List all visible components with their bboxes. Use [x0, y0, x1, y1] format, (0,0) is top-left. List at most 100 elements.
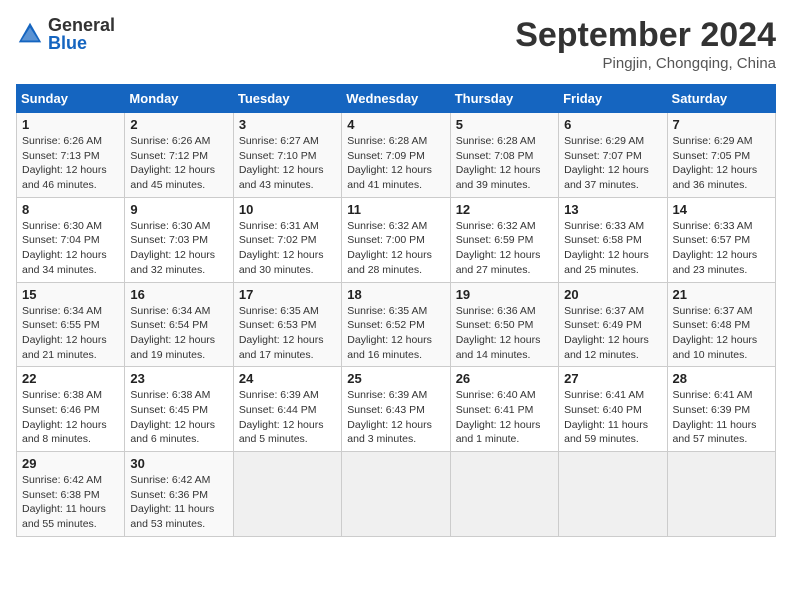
table-row: 26 Sunrise: 6:40 AMSunset: 6:41 PMDayligh…: [450, 367, 558, 452]
table-row: 21 Sunrise: 6:37 AMSunset: 6:48 PMDayligh…: [667, 282, 775, 367]
table-row: 29 Sunrise: 6:42 AMSunset: 6:38 PMDayligh…: [17, 452, 125, 537]
table-row: 20 Sunrise: 6:37 AMSunset: 6:49 PMDayligh…: [559, 282, 667, 367]
table-row: 22 Sunrise: 6:38 AMSunset: 6:46 PMDayligh…: [17, 367, 125, 452]
table-row: 28 Sunrise: 6:41 AMSunset: 6:39 PMDayligh…: [667, 367, 775, 452]
table-row: 19Sunrise: 6:36 AMSunset: 6:50 PMDayligh…: [450, 282, 558, 367]
day-number: 29: [22, 456, 119, 471]
table-row: 14 Sunrise: 6:33 AMSunset: 6:57 PMDayligh…: [667, 197, 775, 282]
day-number: 30: [130, 456, 227, 471]
calendar-week-0: 1 Sunrise: 6:26 AMSunset: 7:13 PMDaylight…: [17, 113, 776, 198]
col-tuesday: Tuesday: [233, 85, 341, 113]
day-detail: Sunrise: 6:26 AMSunset: 7:12 PMDaylight:…: [130, 135, 215, 191]
day-number: 23: [130, 371, 227, 386]
day-detail: Sunrise: 6:35 AMSunset: 6:52 PMDaylight:…: [347, 305, 432, 361]
day-number: 26: [456, 371, 553, 386]
table-row: 7 Sunrise: 6:29 AMSunset: 7:05 PMDaylight…: [667, 113, 775, 198]
day-number: 2: [130, 117, 227, 132]
table-row: 24 Sunrise: 6:39 AMSunset: 6:44 PMDayligh…: [233, 367, 341, 452]
day-number: 13: [564, 202, 661, 217]
day-number: 9: [130, 202, 227, 217]
page-header: General Blue September 2024 Pingjin, Cho…: [16, 16, 776, 72]
day-number: 8: [22, 202, 119, 217]
col-monday: Monday: [125, 85, 233, 113]
table-row: 25 Sunrise: 6:39 AMSunset: 6:43 PMDayligh…: [342, 367, 450, 452]
day-detail: Sunrise: 6:38 AMSunset: 6:46 PMDaylight:…: [22, 389, 107, 445]
logo-general: General: [48, 15, 115, 35]
col-saturday: Saturday: [667, 85, 775, 113]
day-detail: Sunrise: 6:26 AMSunset: 7:13 PMDaylight:…: [22, 135, 107, 191]
day-detail: Sunrise: 6:40 AMSunset: 6:41 PMDaylight:…: [456, 389, 541, 445]
calendar-header-row: Sunday Monday Tuesday Wednesday Thursday…: [17, 85, 776, 113]
table-row: 17 Sunrise: 6:35 AMSunset: 6:53 PMDayligh…: [233, 282, 341, 367]
logo-blue: Blue: [48, 33, 87, 53]
day-number: 28: [673, 371, 770, 386]
calendar-week-3: 22 Sunrise: 6:38 AMSunset: 6:46 PMDayligh…: [17, 367, 776, 452]
day-detail: Sunrise: 6:32 AMSunset: 6:59 PMDaylight:…: [456, 220, 541, 276]
table-row: [233, 452, 341, 537]
day-detail: Sunrise: 6:41 AMSunset: 6:39 PMDaylight:…: [673, 389, 757, 445]
day-number: 14: [673, 202, 770, 217]
day-number: 3: [239, 117, 336, 132]
day-number: 17: [239, 287, 336, 302]
day-number: 7: [673, 117, 770, 132]
table-row: [450, 452, 558, 537]
day-detail: Sunrise: 6:33 AMSunset: 6:57 PMDaylight:…: [673, 220, 758, 276]
calendar-week-1: 8Sunrise: 6:30 AMSunset: 7:04 PMDaylight…: [17, 197, 776, 282]
location: Pingjin, Chongqing, China: [515, 55, 776, 72]
table-row: 10 Sunrise: 6:31 AMSunset: 7:02 PMDayligh…: [233, 197, 341, 282]
day-detail: Sunrise: 6:31 AMSunset: 7:02 PMDaylight:…: [239, 220, 324, 276]
calendar-week-4: 29 Sunrise: 6:42 AMSunset: 6:38 PMDayligh…: [17, 452, 776, 537]
table-row: [559, 452, 667, 537]
day-number: 27: [564, 371, 661, 386]
day-detail: Sunrise: 6:42 AMSunset: 6:38 PMDaylight:…: [22, 474, 106, 530]
day-detail: Sunrise: 6:32 AMSunset: 7:00 PMDaylight:…: [347, 220, 432, 276]
table-row: 12Sunrise: 6:32 AMSunset: 6:59 PMDayligh…: [450, 197, 558, 282]
day-number: 25: [347, 371, 444, 386]
table-row: 23 Sunrise: 6:38 AMSunset: 6:45 PMDayligh…: [125, 367, 233, 452]
day-number: 16: [130, 287, 227, 302]
logo: General Blue: [16, 16, 115, 52]
day-number: 5: [456, 117, 553, 132]
table-row: 15 Sunrise: 6:34 AMSunset: 6:55 PMDayligh…: [17, 282, 125, 367]
day-detail: Sunrise: 6:29 AMSunset: 7:05 PMDaylight:…: [673, 135, 758, 191]
day-number: 21: [673, 287, 770, 302]
day-detail: Sunrise: 6:33 AMSunset: 6:58 PMDaylight:…: [564, 220, 649, 276]
title-block: September 2024 Pingjin, Chongqing, China: [515, 16, 776, 72]
day-number: 15: [22, 287, 119, 302]
day-detail: Sunrise: 6:34 AMSunset: 6:55 PMDaylight:…: [22, 305, 107, 361]
day-detail: Sunrise: 6:39 AMSunset: 6:44 PMDaylight:…: [239, 389, 324, 445]
day-detail: Sunrise: 6:38 AMSunset: 6:45 PMDaylight:…: [130, 389, 215, 445]
month-title: September 2024: [515, 16, 776, 55]
day-detail: Sunrise: 6:30 AMSunset: 7:03 PMDaylight:…: [130, 220, 215, 276]
calendar-table: Sunday Monday Tuesday Wednesday Thursday…: [16, 84, 776, 537]
table-row: 5 Sunrise: 6:28 AMSunset: 7:08 PMDaylight…: [450, 113, 558, 198]
day-detail: Sunrise: 6:27 AMSunset: 7:10 PMDaylight:…: [239, 135, 324, 191]
day-number: 6: [564, 117, 661, 132]
table-row: 8Sunrise: 6:30 AMSunset: 7:04 PMDaylight…: [17, 197, 125, 282]
day-number: 24: [239, 371, 336, 386]
day-number: 22: [22, 371, 119, 386]
day-detail: Sunrise: 6:29 AMSunset: 7:07 PMDaylight:…: [564, 135, 649, 191]
table-row: 11Sunrise: 6:32 AMSunset: 7:00 PMDayligh…: [342, 197, 450, 282]
table-row: 18 Sunrise: 6:35 AMSunset: 6:52 PMDayligh…: [342, 282, 450, 367]
day-detail: Sunrise: 6:28 AMSunset: 7:08 PMDaylight:…: [456, 135, 541, 191]
table-row: 1 Sunrise: 6:26 AMSunset: 7:13 PMDaylight…: [17, 113, 125, 198]
day-number: 19: [456, 287, 553, 302]
table-row: 9 Sunrise: 6:30 AMSunset: 7:03 PMDaylight…: [125, 197, 233, 282]
day-number: 10: [239, 202, 336, 217]
day-detail: Sunrise: 6:35 AMSunset: 6:53 PMDaylight:…: [239, 305, 324, 361]
logo-text: General Blue: [48, 16, 115, 52]
table-row: 4Sunrise: 6:28 AMSunset: 7:09 PMDaylight…: [342, 113, 450, 198]
table-row: 27Sunrise: 6:41 AMSunset: 6:40 PMDayligh…: [559, 367, 667, 452]
day-detail: Sunrise: 6:37 AMSunset: 6:48 PMDaylight:…: [673, 305, 758, 361]
day-detail: Sunrise: 6:34 AMSunset: 6:54 PMDaylight:…: [130, 305, 215, 361]
table-row: 3 Sunrise: 6:27 AMSunset: 7:10 PMDaylight…: [233, 113, 341, 198]
day-detail: Sunrise: 6:37 AMSunset: 6:49 PMDaylight:…: [564, 305, 649, 361]
day-detail: Sunrise: 6:39 AMSunset: 6:43 PMDaylight:…: [347, 389, 432, 445]
table-row: 6 Sunrise: 6:29 AMSunset: 7:07 PMDaylight…: [559, 113, 667, 198]
day-number: 1: [22, 117, 119, 132]
day-number: 18: [347, 287, 444, 302]
day-number: 20: [564, 287, 661, 302]
table-row: 30Sunrise: 6:42 AMSunset: 6:36 PMDayligh…: [125, 452, 233, 537]
table-row: 13 Sunrise: 6:33 AMSunset: 6:58 PMDayligh…: [559, 197, 667, 282]
